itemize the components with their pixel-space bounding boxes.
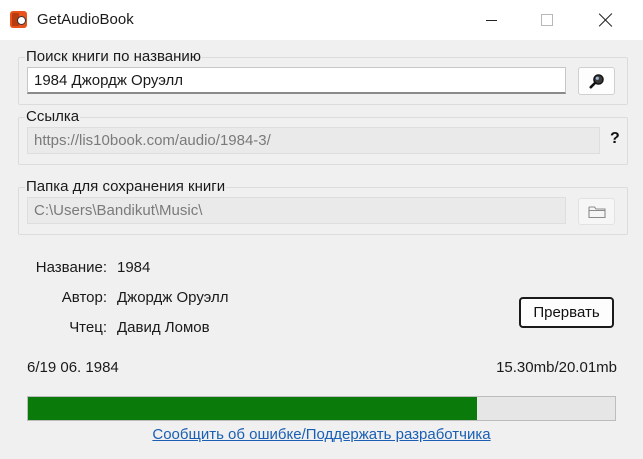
close-button[interactable]: [580, 0, 632, 40]
reader-label: Чтец:: [69, 319, 107, 336]
search-magnifier-icon: [588, 74, 604, 89]
download-progress-bar: [27, 396, 616, 421]
minimize-icon: [485, 19, 497, 21]
minimize-button[interactable]: [465, 0, 517, 40]
search-group-label: Поиск книги по названию: [25, 48, 202, 66]
reader-value: Давид Ломов: [117, 319, 210, 336]
stop-button[interactable]: Прервать: [519, 297, 614, 328]
maximize-button[interactable]: [521, 0, 573, 40]
report-support-link[interactable]: Сообщить об ошибке/Поддержать разработчи…: [0, 426, 643, 443]
close-icon: [599, 13, 613, 27]
link-field: https://lis10book.com/audio/1984-3/: [27, 127, 600, 154]
title-bar[interactable]: GetAudioBook: [0, 0, 643, 40]
title-value: 1984: [117, 259, 151, 276]
maximize-icon: [541, 14, 553, 26]
download-size: 15.30mb/20.01mb: [496, 359, 617, 376]
folder-icon: [587, 205, 606, 218]
app-window: GetAudioBook Поиск книги по названию 198…: [0, 0, 643, 459]
window-title: GetAudioBook: [37, 11, 134, 28]
author-value: Джордж Оруэлл: [117, 289, 229, 306]
search-input[interactable]: 1984 Джордж Оруэлл: [27, 67, 566, 94]
browse-folder-button[interactable]: [578, 198, 615, 225]
track-status: 6/19 06. 1984: [27, 359, 119, 376]
progress-fill: [28, 397, 477, 420]
author-label: Автор:: [61, 289, 107, 306]
title-label: Название:: [35, 259, 107, 276]
folder-group-label: Папка для сохранения книги: [25, 178, 227, 196]
help-icon[interactable]: ?: [610, 130, 620, 148]
search-button[interactable]: [578, 67, 615, 95]
folder-path-field: C:\Users\Bandikut\Music\: [27, 197, 566, 224]
link-group-label: Ссылка: [25, 108, 81, 126]
app-logo-icon: [10, 11, 27, 28]
